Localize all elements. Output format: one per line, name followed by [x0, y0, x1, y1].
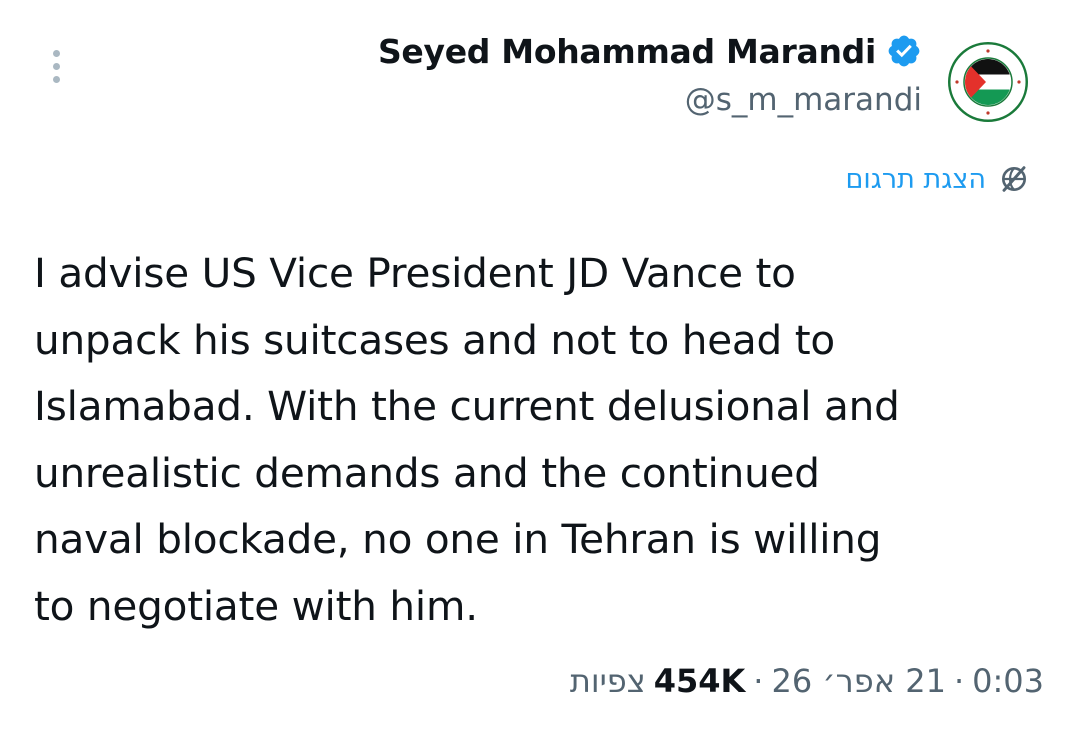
tweet-date[interactable]: 21 אפר׳ 26: [771, 662, 946, 700]
tweet-text-line: to negotiate with him.: [34, 581, 478, 630]
verified-badge-icon[interactable]: [886, 33, 922, 69]
views-count[interactable]: 454K: [654, 662, 746, 700]
tweet-text: I advise US Vice President JD Vance to u…: [34, 240, 1064, 639]
more-dot: [52, 49, 60, 57]
meta-separator: ·: [753, 662, 764, 700]
show-translation-label: הצגת תרגום: [845, 163, 987, 195]
views-label: צפיות: [569, 662, 646, 700]
tweet-text-line: I advise US Vice President JD Vance to: [34, 249, 796, 297]
tweet-meta: 0:03 · 21 אפר׳ 26 · 454K צפיות: [570, 662, 1044, 700]
meta-separator: ·: [953, 662, 965, 700]
author-handle[interactable]: @s_m_marandi: [685, 82, 922, 118]
display-name-row: Seyed Mohammad Marandi: [378, 26, 922, 76]
tweet-time[interactable]: 0:03: [972, 662, 1044, 700]
tweet-header: Seyed Mohammad Marandi @s_m_marandi: [378, 26, 1028, 122]
avatar[interactable]: [948, 42, 1028, 122]
author-names: Seyed Mohammad Marandi @s_m_marandi: [378, 26, 922, 119]
tweet-text-line: unpack his suitcases and not to head to: [34, 315, 835, 364]
tweet-text-line: naval blockade, no one in Tehran is will…: [34, 515, 882, 563]
more-dot: [52, 62, 60, 70]
save-gaza-avatar-image: [948, 42, 1028, 122]
globe-slash-icon: [1002, 166, 1026, 192]
display-name[interactable]: Seyed Mohammad Marandi: [378, 32, 876, 71]
tweet-text-line: unrealistic demands and the continued: [34, 448, 820, 497]
show-translation-button[interactable]: הצגת תרגום: [846, 163, 1031, 195]
more-dot: [52, 75, 60, 83]
tweet-text-line: Islamabad. With the current delusional a…: [34, 382, 900, 430]
more-options-button[interactable]: [42, 44, 70, 88]
